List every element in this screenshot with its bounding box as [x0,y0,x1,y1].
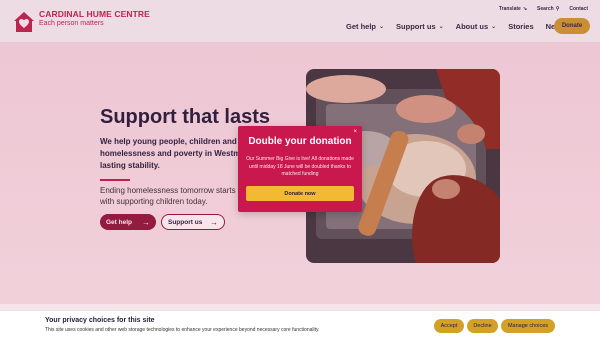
cookie-title: Your privacy choices for this site [45,317,155,324]
header-dim [0,0,600,42]
modal-body: Our Summer Big Give is live! All donatio… [246,156,354,177]
manage-choices-button[interactable]: Manage choices [501,319,555,333]
accept-button[interactable]: Accept [434,319,464,333]
cookie-text: This site uses cookies and other web sto… [45,327,320,333]
donate-now-button[interactable]: Donate now [246,186,354,201]
close-icon[interactable]: × [353,129,357,135]
cookie-banner: Your privacy choices for this site This … [0,310,600,338]
decline-button[interactable]: Decline [467,319,498,333]
donation-modal: × Double your donation Our Summer Big Gi… [238,126,362,212]
modal-title: Double your donation [248,136,352,147]
